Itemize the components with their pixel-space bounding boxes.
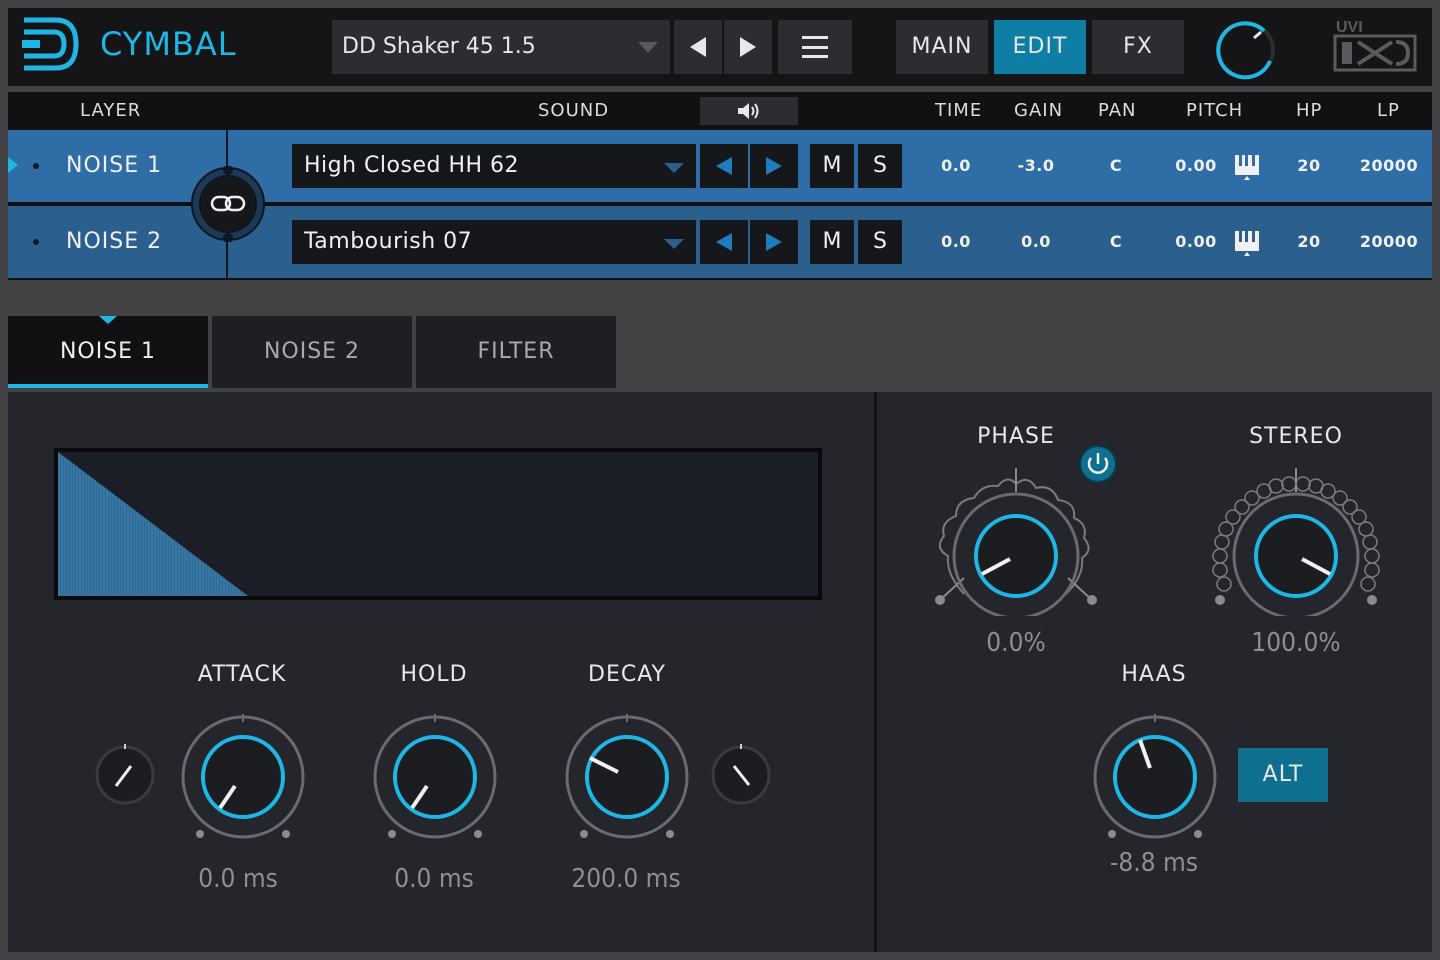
tab-filter[interactable]: FILTER xyxy=(416,316,616,388)
decay-value: 200.0 ms xyxy=(571,864,681,894)
time-value[interactable]: 0.0 xyxy=(926,130,986,202)
haas-knob[interactable] xyxy=(1090,712,1220,842)
previous-preset-button[interactable] xyxy=(674,20,722,74)
hamburger-icon xyxy=(802,36,828,58)
stereo-knob[interactable] xyxy=(1210,466,1380,616)
nav-edit-button[interactable]: EDIT xyxy=(994,20,1086,74)
arrow-right-icon xyxy=(766,233,782,251)
header-sound: SOUND xyxy=(538,100,610,121)
sound-name: Tambourish 07 xyxy=(304,229,473,254)
chevron-down-icon xyxy=(638,42,658,53)
sound-selector[interactable]: High Closed HH 62 xyxy=(292,144,696,188)
envelope-curve xyxy=(58,452,248,596)
header-layer: LAYER xyxy=(80,100,142,121)
keyboard-icon[interactable] xyxy=(1234,154,1260,180)
hold-label: HOLD xyxy=(400,662,468,687)
hp-value[interactable]: 20 xyxy=(1284,130,1334,202)
attack-curve-knob[interactable] xyxy=(94,744,156,806)
decay-label: DECAY xyxy=(588,662,666,687)
alt-button[interactable]: ALT xyxy=(1238,748,1328,802)
layer-bullet-icon xyxy=(33,163,39,169)
cymbal-logo-icon xyxy=(22,17,79,71)
layer-bullet-icon xyxy=(33,239,39,245)
chevron-down-icon xyxy=(664,163,684,173)
sound-selector[interactable]: Tambourish 07 xyxy=(292,220,696,264)
mute-button[interactable]: M xyxy=(810,144,854,188)
layer-link-button[interactable] xyxy=(190,166,266,242)
header-time: TIME xyxy=(935,100,983,121)
preset-name: DD Shaker 45 1.5 xyxy=(342,34,536,59)
uvi-logo: UVI xyxy=(1333,19,1417,72)
lp-value[interactable]: 20000 xyxy=(1356,130,1422,202)
gain-value[interactable]: 0.0 xyxy=(1006,206,1066,278)
preset-selector[interactable]: DD Shaker 45 1.5 xyxy=(332,20,670,74)
stereo-value: 100.0% xyxy=(1251,628,1341,658)
arrow-left-icon xyxy=(716,157,732,175)
attack-knob[interactable] xyxy=(178,712,308,842)
header-gain: GAIN xyxy=(1014,100,1064,121)
arrow-left-icon xyxy=(716,233,732,251)
attack-label: ATTACK xyxy=(197,662,287,687)
solo-button[interactable]: S xyxy=(858,220,902,264)
active-tab-indicator-icon xyxy=(99,316,117,324)
tab-noise-1[interactable]: NOISE 1 xyxy=(8,316,208,388)
stereo-label: STEREO xyxy=(1249,424,1343,449)
uvi-logo-text: UVI xyxy=(1336,19,1363,36)
layer-name: NOISE 2 xyxy=(66,229,163,254)
haas-value: -8.8 ms xyxy=(1109,848,1199,878)
nav-main-button[interactable]: MAIN xyxy=(896,20,988,74)
chevron-down-icon xyxy=(664,239,684,249)
arrow-right-icon xyxy=(740,37,756,57)
hold-knob[interactable] xyxy=(370,712,500,842)
previous-sound-button[interactable] xyxy=(700,144,748,188)
master-volume-knob[interactable] xyxy=(1214,18,1278,82)
app-title: CYMBAL xyxy=(100,25,237,63)
phase-knob[interactable] xyxy=(930,466,1100,616)
pan-value[interactable]: C xyxy=(1086,130,1146,202)
next-sound-button[interactable] xyxy=(750,220,798,264)
layer-name: NOISE 1 xyxy=(66,153,163,178)
menu-button[interactable] xyxy=(778,20,852,74)
preview-sound-button[interactable] xyxy=(700,97,798,125)
arrow-right-icon xyxy=(766,157,782,175)
keyboard-icon[interactable] xyxy=(1234,230,1260,256)
pan-value[interactable]: C xyxy=(1086,206,1146,278)
hold-value: 0.0 ms xyxy=(394,864,474,894)
next-sound-button[interactable] xyxy=(750,144,798,188)
previous-sound-button[interactable] xyxy=(700,220,748,264)
hp-value[interactable]: 20 xyxy=(1284,206,1334,278)
mute-button[interactable]: M xyxy=(810,220,854,264)
attack-value: 0.0 ms xyxy=(198,864,278,894)
decay-curve-knob[interactable] xyxy=(710,744,772,806)
envelope-display[interactable] xyxy=(54,448,822,600)
time-value[interactable]: 0.0 xyxy=(926,206,986,278)
speaker-icon xyxy=(738,103,759,119)
lp-value[interactable]: 20000 xyxy=(1356,206,1422,278)
header-hp: HP xyxy=(1296,100,1323,121)
next-preset-button[interactable] xyxy=(724,20,772,74)
sound-name: High Closed HH 62 xyxy=(304,153,520,178)
phase-value: 0.0% xyxy=(986,628,1046,658)
arrow-left-icon xyxy=(690,37,706,57)
header-pan: PAN xyxy=(1098,100,1137,121)
header-pitch: PITCH xyxy=(1186,100,1244,121)
haas-label: HAAS xyxy=(1121,662,1187,687)
decay-knob[interactable] xyxy=(562,712,692,842)
pitch-value[interactable]: 0.00 xyxy=(1166,206,1226,278)
header-lp: LP xyxy=(1377,100,1400,121)
nav-fx-button[interactable]: FX xyxy=(1092,20,1184,74)
gain-value[interactable]: -3.0 xyxy=(1006,130,1066,202)
solo-button[interactable]: S xyxy=(858,144,902,188)
pitch-value[interactable]: 0.00 xyxy=(1166,130,1226,202)
tab-noise-2[interactable]: NOISE 2 xyxy=(212,316,412,388)
selected-indicator-icon xyxy=(8,157,18,173)
